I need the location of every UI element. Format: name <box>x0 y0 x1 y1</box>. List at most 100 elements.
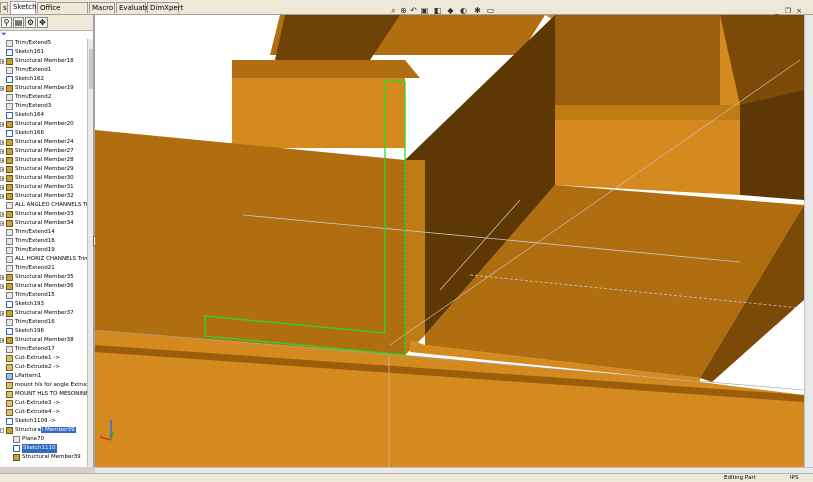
expand-toggle-icon[interactable]: + <box>0 158 4 163</box>
tree-item[interactable]: + Structural Member38 <box>0 336 87 345</box>
tab-prev[interactable]: s <box>0 2 8 13</box>
view-scrollbar-vertical[interactable] <box>804 15 813 467</box>
tree-item[interactable]: mount hls for angle Extrude1 <box>0 381 87 390</box>
rename-selected-text[interactable]: l Member39 <box>40 427 76 433</box>
tab-office-products[interactable]: Office Products <box>37 2 88 23</box>
tree-item[interactable]: Trim/Extend15 <box>0 291 87 300</box>
tab-sketch[interactable]: Sketch <box>10 1 37 14</box>
tree-item[interactable]: + Structural Member20 <box>0 120 87 129</box>
tree-item-label: Structural Member18 <box>15 58 74 64</box>
tree-item[interactable]: Cut-Extrude4 -> <box>0 408 87 417</box>
tree-item[interactable]: + Structural Member24 <box>0 138 87 147</box>
tree-filter[interactable]: ⏷ <box>0 30 93 39</box>
tree-item[interactable]: Cut-Extrude1 -> <box>0 354 87 363</box>
configuration-manager-icon[interactable]: ⚙ <box>25 17 36 28</box>
tree-item[interactable]: Cut-Extrude3 -> <box>0 399 87 408</box>
minimize-icon[interactable]: _ <box>773 7 781 15</box>
tree-item[interactable]: Cut-Extrude2 -> <box>0 363 87 372</box>
graphics-area[interactable] <box>95 15 804 467</box>
tree-item[interactable]: Sketch1109 -> <box>0 417 87 426</box>
close-icon[interactable]: × <box>795 7 803 15</box>
tree-item[interactable]: + Structural Member30 <box>0 174 87 183</box>
model-view[interactable] <box>95 15 804 467</box>
tree-item[interactable]: Trim/Extend5 <box>0 39 87 48</box>
tree-item[interactable]: Sketch166 <box>0 129 87 138</box>
tree-item[interactable]: + Structural Member33 <box>0 210 87 219</box>
hide-show-items-icon[interactable]: ◐ <box>459 6 468 15</box>
tree-item[interactable]: Sketch161 <box>0 48 87 57</box>
display-style-icon[interactable]: ◆ <box>446 6 455 15</box>
tree-item[interactable]: MOUNT HLS TO MESONINE E <box>0 390 87 399</box>
view-settings-icon[interactable]: ▭ <box>486 6 495 15</box>
zoom-to-fit-icon[interactable]: ⌕ <box>389 6 398 15</box>
zoom-to-area-icon[interactable]: ⊕ <box>399 6 408 15</box>
tab-dimxpert[interactable]: DimXpert <box>147 2 183 13</box>
expand-toggle-icon[interactable]: + <box>0 167 4 172</box>
left-slab-face <box>95 130 405 355</box>
dimxpert-manager-icon[interactable]: ✥ <box>37 17 48 28</box>
expand-toggle-icon[interactable]: + <box>0 338 4 343</box>
tree-item[interactable]: ALL HORIZ CHANNELS Trim/E <box>0 255 87 264</box>
expand-toggle-icon[interactable]: + <box>0 275 4 280</box>
tree-item[interactable]: Trim/Extend14 <box>0 228 87 237</box>
expand-toggle-icon[interactable]: + <box>0 59 4 64</box>
expand-toggle-icon[interactable]: + <box>0 149 4 154</box>
tree-item[interactable]: Trim/Extend16 <box>0 318 87 327</box>
expand-toggle-icon[interactable]: + <box>0 194 4 199</box>
tab-evaluate[interactable]: Evaluate <box>116 2 150 13</box>
tab-macro[interactable]: Macro <box>89 2 115 13</box>
property-manager-icon[interactable]: ▤ <box>13 17 24 28</box>
tree-item[interactable]: ALL ANGLED CHANNELS Trim <box>0 201 87 210</box>
tree-item[interactable]: + Structural Member35 <box>0 273 87 282</box>
tree-item[interactable]: + Structural Member18 <box>0 57 87 66</box>
previous-view-icon[interactable]: ↶ <box>409 6 418 15</box>
tree-item[interactable]: Trim/Extend18 <box>0 237 87 246</box>
structural-member-icon <box>6 121 13 128</box>
tree-item[interactable]: Trim/Extend1 <box>0 66 87 75</box>
feature-manager-toolbar: ⚲ ▤ ⚙ ✥ <box>0 15 93 31</box>
tree-item-label: LPattern1 <box>15 373 42 379</box>
tree-item[interactable]: + Structural Member31 <box>0 183 87 192</box>
tree-item[interactable]: Trim/Extend2 <box>0 93 87 102</box>
tree-item[interactable]: + Structural Member19 <box>0 84 87 93</box>
expand-toggle-icon[interactable]: + <box>0 311 4 316</box>
tree-item[interactable]: + Structural Member37 <box>0 309 87 318</box>
right-box-shadow <box>740 90 804 200</box>
tree-item[interactable]: + Structural Member28 <box>0 156 87 165</box>
expand-toggle-icon[interactable]: + <box>0 122 4 127</box>
tree-item[interactable]: + Structural Member34 <box>0 219 87 228</box>
expand-toggle-icon[interactable]: + <box>0 212 4 217</box>
view-orientation-icon[interactable]: ◧ <box>433 6 442 15</box>
tree-item[interactable]: Sketch162 <box>0 75 87 84</box>
tree-item-label: Structural Member35 <box>15 274 74 280</box>
feature-tree-icon[interactable]: ⚲ <box>1 17 12 28</box>
tree-item[interactable]: + Structural Member29 <box>0 165 87 174</box>
tree-item[interactable]: + Structural Member36 <box>0 282 87 291</box>
section-view-icon[interactable]: ▣ <box>420 6 429 15</box>
tree-item[interactable]: Sketch196 <box>0 327 87 336</box>
expand-toggle-icon[interactable]: + <box>0 284 4 289</box>
tree-item[interactable]: Trim/Extend3 <box>0 102 87 111</box>
expand-toggle-icon[interactable]: + <box>0 185 4 190</box>
tree-item[interactable]: Sketch164 <box>0 111 87 120</box>
tree-item[interactable]: Sketch193 <box>0 300 87 309</box>
expand-toggle-icon[interactable]: + <box>0 140 4 145</box>
tree-item[interactable]: Trim/Extend21 <box>0 264 87 273</box>
tree-item[interactable]: Structural Member39 <box>0 453 87 462</box>
structural-member-icon <box>6 139 13 146</box>
expand-toggle-icon[interactable]: + <box>0 221 4 226</box>
tree-item[interactable]: + Structural Member32 <box>0 192 87 201</box>
tree-item[interactable]: Trim/Extend19 <box>0 246 87 255</box>
collapse-toggle-icon[interactable]: - <box>0 428 4 433</box>
tree-item[interactable]: Plane70 <box>0 435 87 444</box>
expand-toggle-icon[interactable]: + <box>0 86 4 91</box>
appearance-icon[interactable]: ✱ <box>473 6 482 15</box>
restore-icon[interactable]: ❐ <box>784 7 792 15</box>
tree-item[interactable]: + Structural Member27 <box>0 147 87 156</box>
expand-toggle-icon[interactable]: + <box>0 176 4 181</box>
tree-item[interactable]: LPattern1 <box>0 372 87 381</box>
tree-item[interactable]: Trim/Extend17 <box>0 345 87 354</box>
structural-member-icon <box>6 184 13 191</box>
cut-extrude-icon <box>6 409 13 416</box>
tree-item[interactable]: Sketch1110 <box>0 444 87 453</box>
